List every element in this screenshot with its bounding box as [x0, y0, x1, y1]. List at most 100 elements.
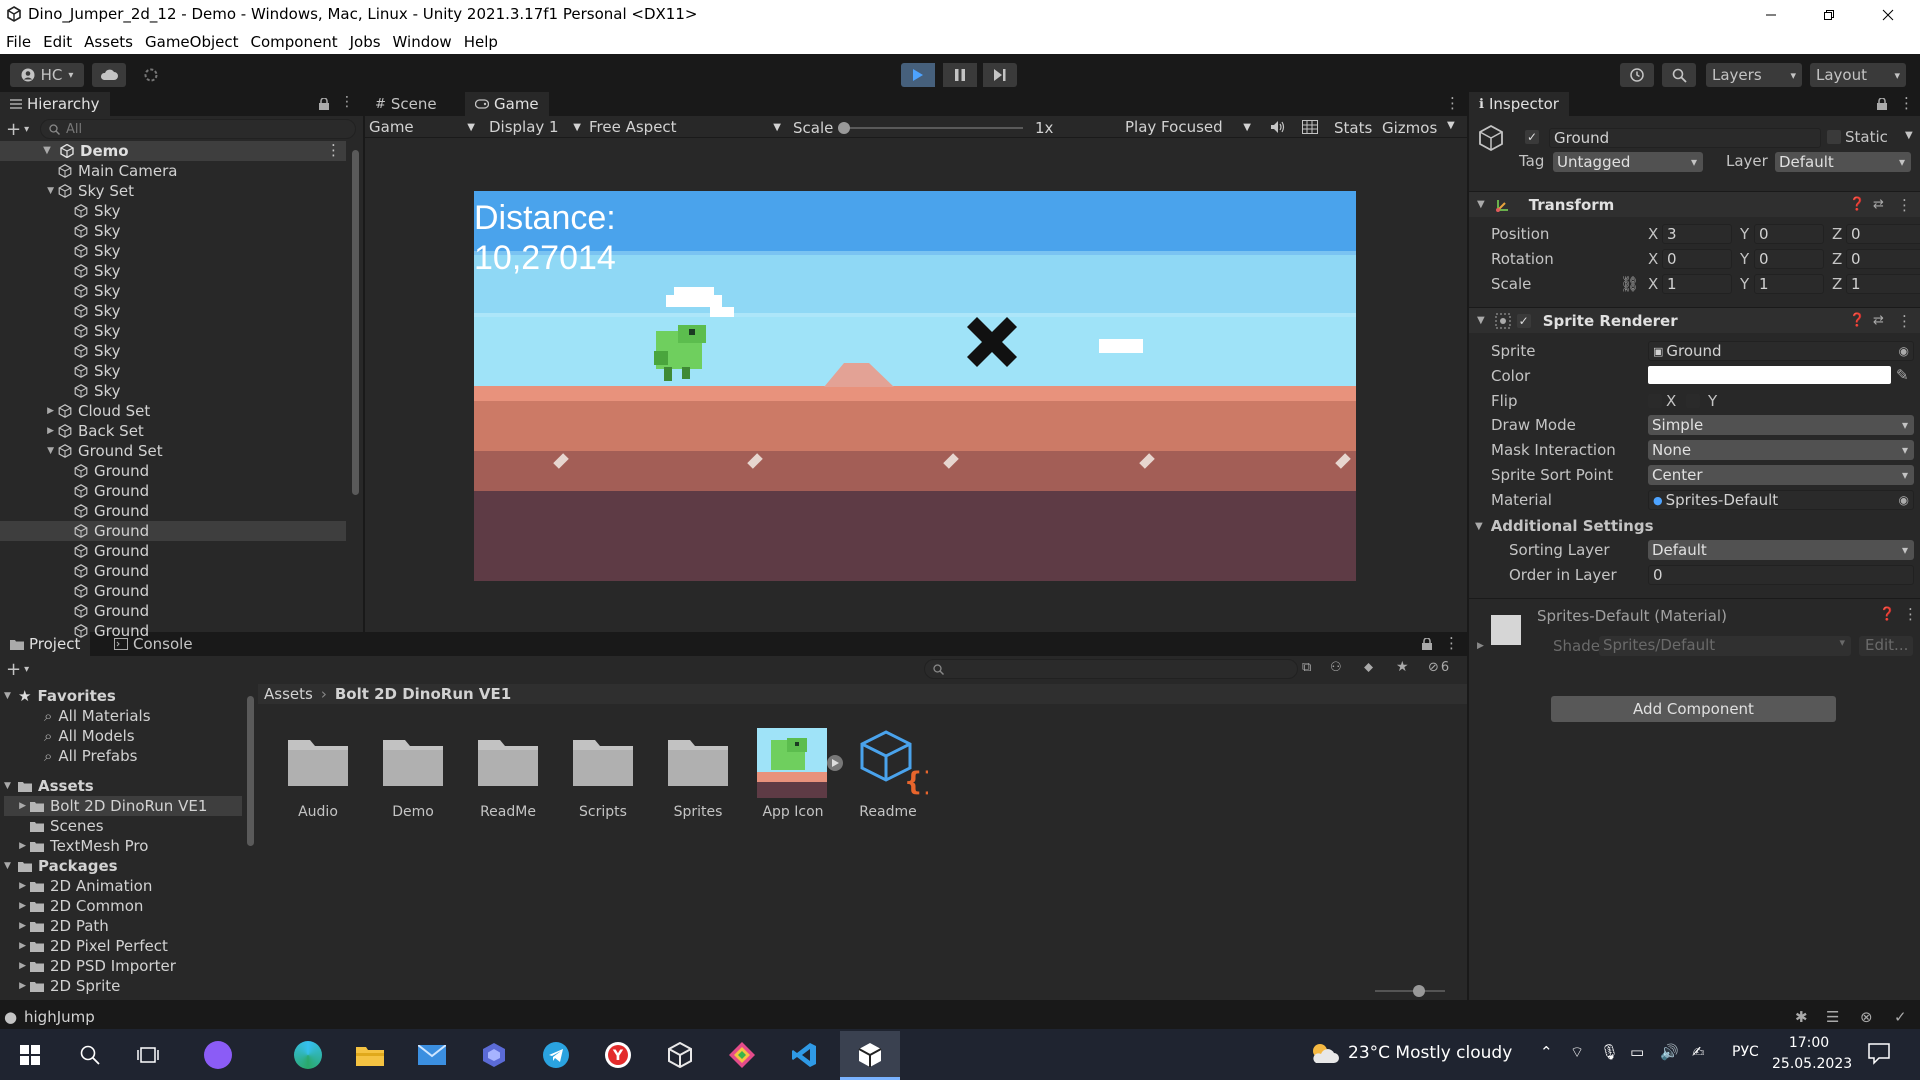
asset-item[interactable]: App Icon — [743, 728, 843, 820]
menu-assets[interactable]: Assets — [78, 33, 139, 51]
sort-point-dropdown[interactable]: Center — [1648, 465, 1914, 485]
restore-button[interactable] — [1801, 0, 1857, 30]
sorting-layer-dropdown[interactable]: Default — [1648, 540, 1914, 560]
foldout-arrow-icon[interactable]: ▼ — [0, 186, 58, 196]
lock-icon[interactable] — [318, 98, 330, 110]
shader-dropdown[interactable]: Sprites/Default ▾ — [1599, 636, 1851, 656]
material-menu-icon[interactable]: ⋮ — [1903, 605, 1918, 623]
taskbar-app-mail[interactable] — [414, 1037, 450, 1073]
help-icon[interactable]: ❓ — [1879, 607, 1895, 622]
task-view-button[interactable] — [130, 1037, 166, 1073]
foldout-arrow-icon[interactable]: ▶ — [0, 426, 58, 436]
project-tree-item[interactable]: ▶ 2D Pixel Perfect — [4, 936, 242, 956]
step-button[interactable] — [983, 63, 1017, 87]
project-tree-item[interactable]: ⌕ All Models — [4, 726, 242, 746]
project-tree-item[interactable]: ▶ 2D Path — [4, 916, 242, 936]
taskbar-app-viber[interactable] — [200, 1037, 236, 1073]
scene-menu-icon[interactable]: ⋮ — [326, 141, 341, 159]
audio-mute-icon[interactable] — [1270, 120, 1286, 134]
transform-rotation-y-field[interactable]: 0 — [1754, 249, 1824, 269]
pen-icon[interactable]: ✍ — [1692, 1043, 1705, 1061]
hierarchy-item[interactable]: Sky — [0, 361, 346, 381]
mask-interaction-dropdown[interactable]: None — [1648, 440, 1914, 460]
project-tree-item[interactable]: Scenes — [4, 816, 242, 836]
foldout-arrow-icon[interactable]: ▼ — [0, 446, 58, 456]
kebab-menu-icon[interactable]: ⋮ — [340, 94, 354, 110]
eyedropper-icon[interactable]: ✎ — [1896, 366, 1909, 384]
tab-scene[interactable]: # Scene — [365, 92, 447, 116]
status-message[interactable]: highJump — [24, 1008, 95, 1026]
layer-dropdown[interactable]: Default — [1775, 152, 1911, 172]
collab-button[interactable] — [134, 63, 168, 87]
help-icon[interactable]: ❓ — [1849, 313, 1865, 328]
scrollbar-thumb[interactable] — [247, 696, 254, 846]
gameview-menu-icon[interactable]: ⋮ — [1445, 94, 1460, 112]
hierarchy-item[interactable]: Ground — [0, 501, 346, 521]
taskbar-app-git[interactable] — [724, 1037, 760, 1073]
project-create-dropdown[interactable]: + ▾ — [6, 659, 36, 680]
project-lock-icon[interactable] — [1421, 638, 1433, 650]
taskbar-app-unity-editor[interactable] — [840, 1031, 900, 1079]
preset-icon[interactable]: ⇄ — [1873, 313, 1884, 328]
search-button[interactable] — [1662, 63, 1696, 87]
inspector-menu-icon[interactable]: ⋮ — [1899, 94, 1914, 112]
taskbar-app-yandex[interactable]: Y — [600, 1037, 636, 1073]
chevron-up-icon[interactable]: ⌃ — [1540, 1043, 1553, 1061]
clock[interactable]: 17:00 25.05.2023 — [1772, 1033, 1852, 1075]
battery-icon[interactable]: ▭ — [1630, 1043, 1644, 1061]
hierarchy-item[interactable]: Sky — [0, 241, 346, 261]
wifi-icon[interactable]: ⌔ — [1570, 1043, 1584, 1062]
tab-hierarchy[interactable]: Hierarchy — [0, 92, 110, 116]
project-tree-scrollbar[interactable] — [246, 684, 254, 998]
taskbar-search-button[interactable] — [72, 1037, 108, 1073]
check-circle-icon[interactable]: ✓ — [1894, 1008, 1907, 1026]
project-search-input[interactable] — [924, 659, 1298, 679]
preset-icon[interactable]: ⇄ — [1873, 197, 1884, 212]
hidden-packages-toggle[interactable]: ⊘ 6 — [1428, 660, 1449, 675]
menu-jobs[interactable]: Jobs — [344, 33, 387, 51]
transform-scale-y-field[interactable]: 1 — [1754, 274, 1824, 294]
hierarchy-item[interactable]: Sky — [0, 201, 346, 221]
volume-icon[interactable]: 🔊 — [1660, 1043, 1679, 1061]
transform-header[interactable]: ▼ Transform ❓ ⇄ ⋮ — [1469, 191, 1920, 217]
project-tree-item[interactable]: ▶ 2D Common — [4, 896, 242, 916]
additional-settings-foldout[interactable]: ▼ Additional Settings — [1475, 516, 1775, 536]
component-menu-icon[interactable]: ⋮ — [1897, 312, 1912, 330]
search-by-type-icon[interactable]: ⧉ — [1302, 660, 1311, 675]
foldout-arrow-icon[interactable]: ▶ — [0, 406, 58, 416]
project-tree-item[interactable]: ▶ TextMesh Pro — [4, 836, 242, 856]
static-checkbox[interactable] — [1827, 130, 1841, 144]
sprite-renderer-header[interactable]: ▼ ✓ Sprite Renderer ❓ ⇄ ⋮ — [1469, 307, 1920, 333]
asset-item[interactable]: ReadMe — [458, 728, 558, 820]
hierarchy-item[interactable]: Sky — [0, 381, 346, 401]
hierarchy-item[interactable]: Sky — [0, 261, 346, 281]
hierarchy-search-input[interactable]: All — [40, 119, 356, 139]
weather-widget[interactable]: 23°C Mostly cloudy — [1308, 1041, 1512, 1065]
constrain-proportions-icon[interactable]: ⛓ — [1620, 275, 1639, 293]
microphone-icon[interactable]: 🎙 — [1600, 1043, 1619, 1061]
transform-position-x-field[interactable]: 3 — [1662, 224, 1732, 244]
gizmos-button[interactable]: Gizmos — [1382, 119, 1437, 137]
grid-overlay-icon[interactable] — [1302, 120, 1318, 134]
hierarchy-item[interactable]: ▶ Back Set — [0, 421, 346, 441]
active-checkbox[interactable]: ✓ — [1525, 130, 1539, 144]
hierarchy-item[interactable]: Sky — [0, 341, 346, 361]
aspect-dropdown[interactable]: Free Aspect ▼ — [589, 118, 785, 136]
hierarchy-item[interactable]: Ground — [0, 521, 346, 541]
draw-mode-dropdown[interactable]: Simple — [1648, 415, 1914, 435]
project-tree-item[interactable]: ⌕ All Materials — [4, 706, 242, 726]
project-tree-item[interactable]: ▶ Bolt 2D DinoRun VE1 — [4, 796, 242, 816]
tab-inspector[interactable]: ℹ Inspector — [1469, 92, 1569, 116]
label-filter-icon[interactable]: ⬥ — [1364, 660, 1373, 675]
tag-dropdown[interactable]: Untagged — [1553, 152, 1703, 172]
taskbar-app-explorer[interactable] — [352, 1037, 388, 1073]
play-button[interactable] — [901, 63, 935, 87]
account-button[interactable]: HC ▾ — [10, 63, 84, 87]
progress-stack-icon[interactable]: ☰ — [1826, 1008, 1839, 1026]
transform-rotation-x-field[interactable]: 0 — [1662, 249, 1732, 269]
project-menu-icon[interactable]: ⋮ — [1444, 634, 1459, 652]
taskbar-app-unity-hub[interactable] — [662, 1037, 698, 1073]
hierarchy-item[interactable]: Ground — [0, 461, 346, 481]
object-picker-icon[interactable]: ◉ — [1899, 493, 1909, 507]
order-in-layer-field[interactable]: 0 — [1648, 565, 1914, 585]
